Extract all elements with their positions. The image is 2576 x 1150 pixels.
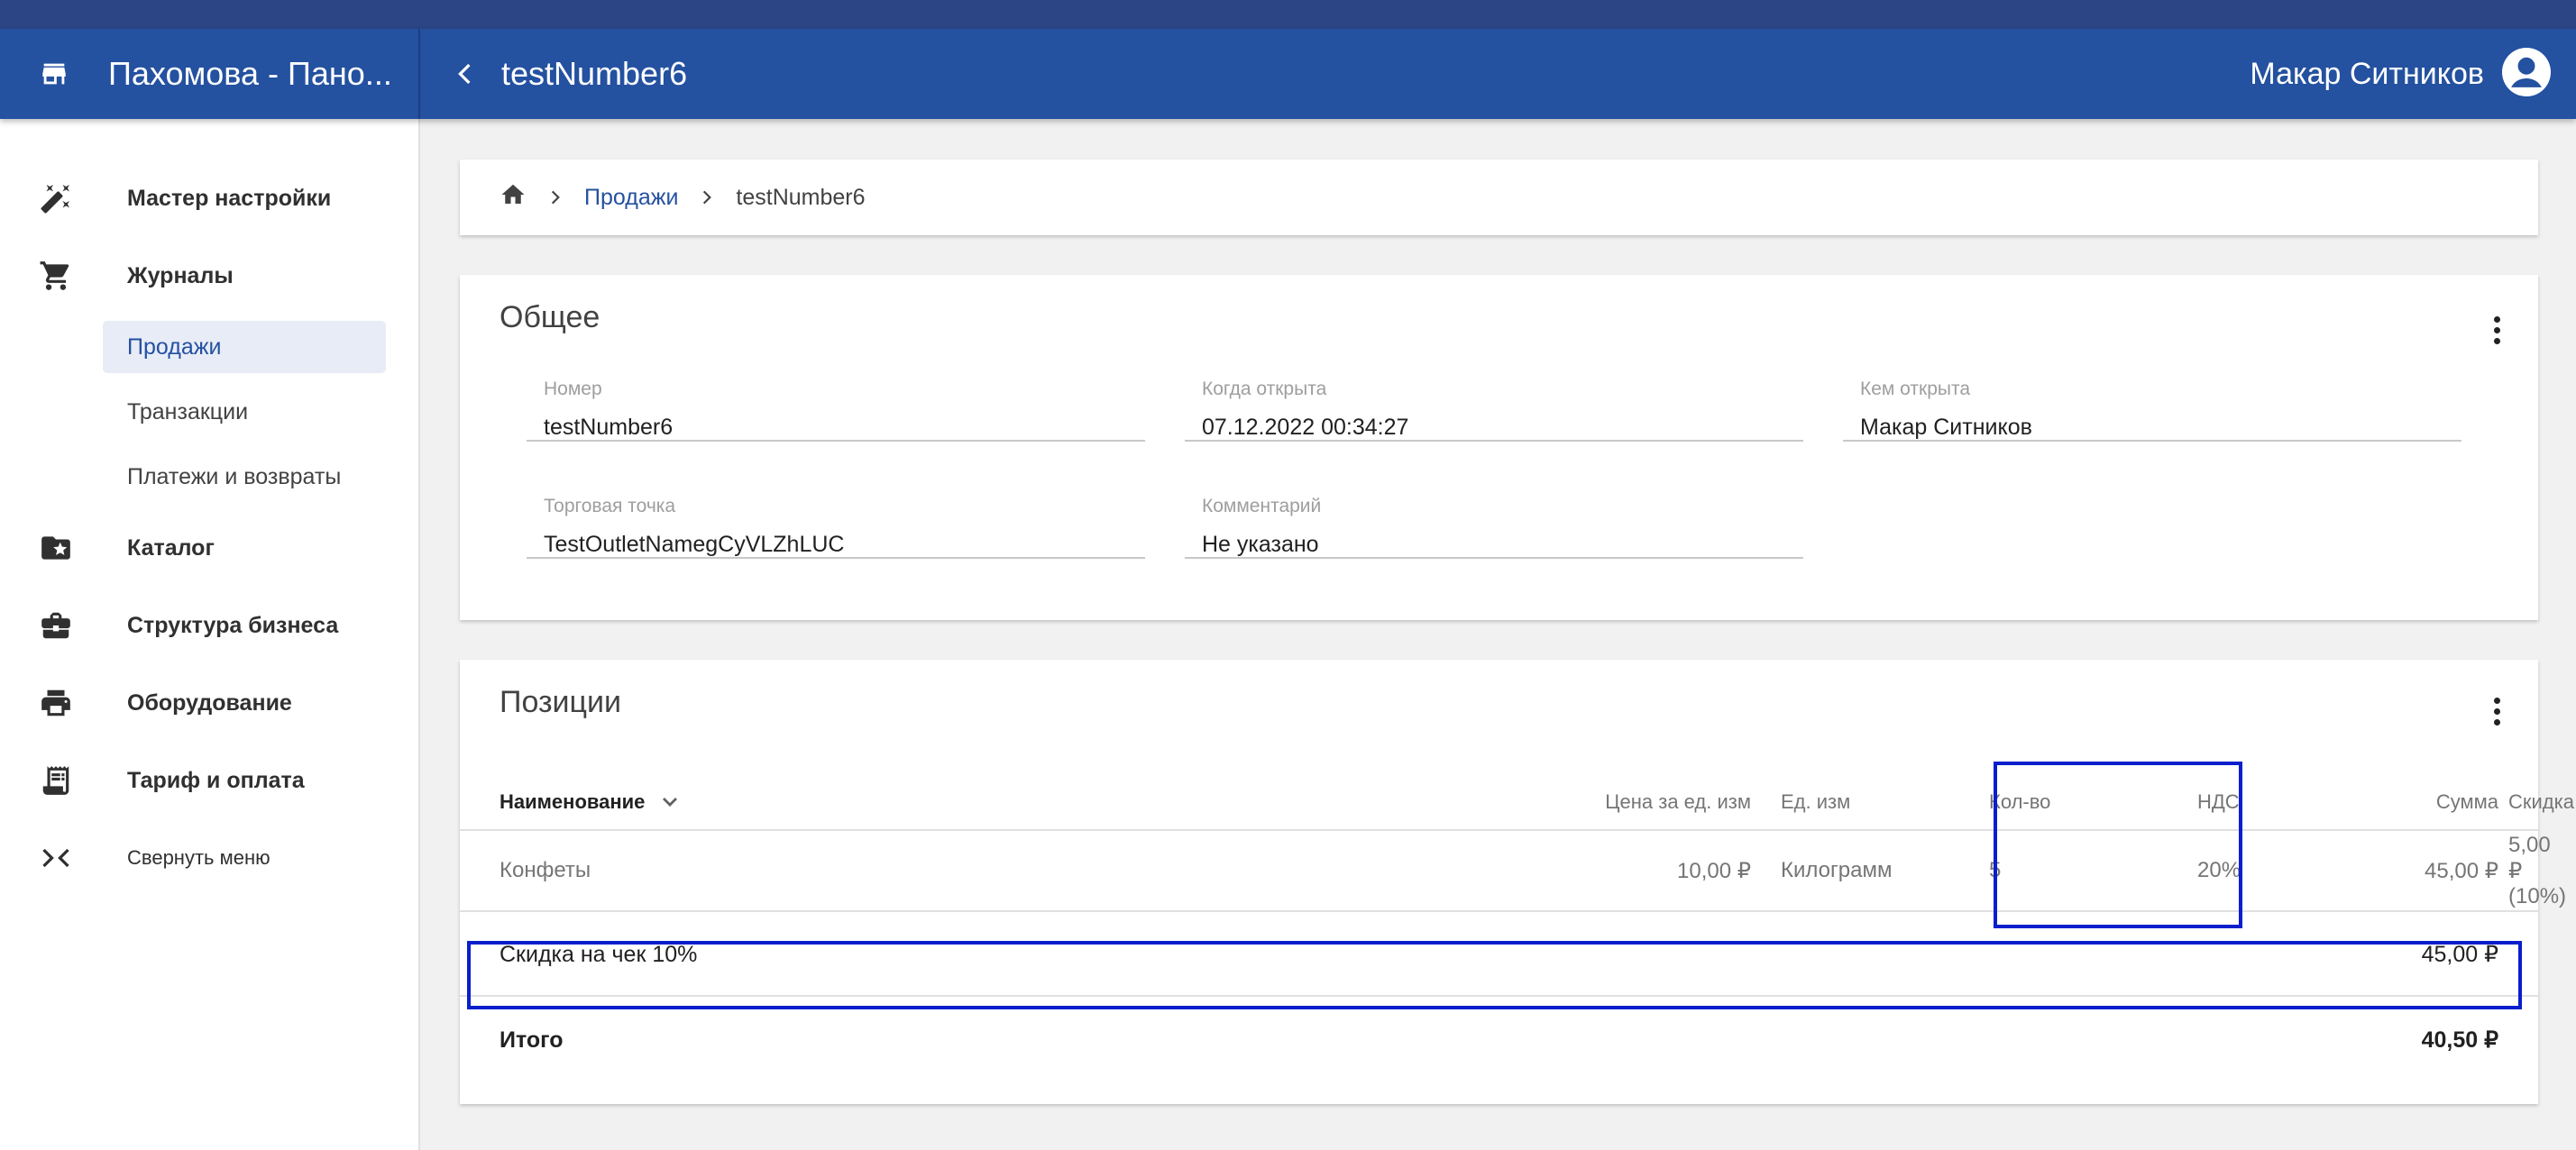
window-top-strip	[0, 0, 2576, 29]
receipt-discount-label: Скидка на чек 10%	[500, 941, 698, 967]
breadcrumb: Продажи testNumber6	[460, 160, 2538, 235]
chevron-right-icon	[698, 185, 716, 210]
field-value: 07.12.2022 00:34:27	[1202, 415, 1409, 440]
app-bar: Пахомова - Пано... testNumber6 Макар Сит…	[0, 29, 2576, 119]
opened-by-field[interactable]: Кем открыта Макар Ситников	[1843, 379, 2461, 442]
field-label: Номер	[544, 379, 602, 399]
column-header-price: Цена за ед. изм	[1605, 790, 1751, 813]
cell-vat: 20%	[2197, 858, 2241, 882]
avatar-icon	[2502, 47, 2551, 101]
receipt-discount-row: Скидка на чек 10% 45,00 ₽	[460, 914, 2538, 997]
number-field[interactable]: Номер testNumber6	[527, 379, 1145, 442]
store-name: Пахомова - Пано...	[108, 55, 392, 92]
cell-discount: 5,00 ₽ (10%)	[2508, 832, 2567, 908]
sidebar-subitem-payments[interactable]: Платежи и возвраты	[0, 444, 418, 509]
cell-price: 10,00 ₽	[1677, 858, 1751, 883]
column-header-name[interactable]: Наименование	[500, 775, 681, 829]
cell-unit: Килограмм	[1781, 858, 1893, 882]
sidebar: Мастер настройки Журналы Продажи Транзак…	[0, 119, 420, 1150]
sidebar-subitem-transactions[interactable]: Транзакции	[0, 379, 418, 444]
sidebar-item-business-structure[interactable]: Структура бизнеса	[0, 587, 418, 664]
table-row[interactable]: Конфеты 10,00 ₽ Килограмм 5 20% 5,00 ₽ (…	[460, 831, 2566, 912]
field-label: Кем открыта	[1860, 379, 1971, 399]
folder-star-icon	[28, 531, 84, 565]
column-header-vat: НДС	[2197, 790, 2240, 813]
sidebar-item-label: Журналы	[127, 262, 234, 288]
store-selector[interactable]: Пахомова - Пано...	[0, 29, 420, 119]
briefcase-icon	[28, 608, 84, 643]
total-value: 40,50 ₽	[2421, 1027, 2498, 1053]
sidebar-item-collapse[interactable]: Свернуть меню	[0, 819, 418, 897]
sidebar-item-equipment[interactable]: Оборудование	[0, 664, 418, 742]
total-row: Итого 40,50 ₽	[460, 999, 2538, 1082]
column-header-qty: Кол-во	[1989, 790, 2051, 813]
sidebar-item-tariff[interactable]: Тариф и оплата	[0, 742, 418, 819]
column-header-sum: Сумма	[2435, 790, 2498, 813]
column-header-unit: Ед. изм	[1781, 790, 1851, 813]
user-name: Макар Ситников	[2250, 56, 2484, 91]
page-header: testNumber6	[420, 29, 2250, 119]
chevron-right-icon	[546, 185, 564, 210]
sidebar-item-label: Тариф и оплата	[127, 767, 305, 793]
receipt-icon	[28, 763, 84, 798]
receipt-discount-value: 45,00 ₽	[2421, 942, 2498, 967]
sidebar-item-catalog[interactable]: Каталог	[0, 509, 418, 587]
sidebar-item-setup-wizard[interactable]: Мастер настройки	[0, 160, 418, 237]
positions-title: Позиции	[500, 685, 622, 719]
field-label: Торговая точка	[544, 496, 676, 516]
page-title: testNumber6	[501, 55, 688, 92]
general-title: Общее	[500, 300, 600, 334]
field-value: testNumber6	[544, 415, 674, 440]
magic-wand-icon	[28, 182, 84, 214]
field-value: TestOutletNamegCyVLZhLUC	[544, 532, 845, 557]
cell-sum: 45,00 ₽	[2425, 858, 2498, 883]
positions-card: Позиции Наименование Цена за ед. изм Ед.…	[460, 660, 2574, 1104]
sidebar-item-label: Структура бизнеса	[127, 612, 339, 638]
general-card: Общее Номер testNumber6 Когда открыта 07…	[460, 275, 2538, 620]
cell-qty: 5	[1989, 858, 2002, 882]
printer-icon	[28, 686, 84, 720]
user-menu[interactable]: Макар Ситников	[2250, 47, 2576, 101]
main-content: Продажи testNumber6 Общее Номер testNumb…	[460, 119, 2574, 1104]
more-vert-icon[interactable]	[2488, 316, 2506, 344]
outlet-field[interactable]: Торговая точка TestOutletNamegCyVLZhLUC	[527, 496, 1145, 559]
comment-field[interactable]: Комментарий Не указано	[1185, 496, 1803, 559]
sidebar-item-journals[interactable]: Журналы	[0, 237, 418, 315]
sidebar-item-label: Мастер настройки	[127, 185, 332, 211]
table-header: Наименование Цена за ед. изм Ед. изм Кол…	[460, 775, 2574, 831]
sidebar-item-label: Свернуть меню	[127, 846, 270, 869]
opened-at-field[interactable]: Когда открыта 07.12.2022 00:34:27	[1185, 379, 1803, 442]
breadcrumb-link-sales[interactable]: Продажи	[584, 185, 678, 211]
field-label: Комментарий	[1202, 496, 1322, 516]
total-label: Итого	[500, 1027, 564, 1053]
sidebar-item-label: Каталог	[127, 534, 215, 561]
cart-icon	[28, 259, 84, 293]
back-icon[interactable]	[429, 58, 501, 90]
chevron-down-icon	[659, 791, 681, 813]
breadcrumb-current: testNumber6	[736, 184, 866, 210]
home-icon[interactable]	[500, 181, 527, 214]
field-label: Когда открыта	[1202, 379, 1327, 399]
column-header-discount: Скидка	[2508, 790, 2574, 813]
collapse-icon	[28, 842, 84, 874]
cell-name: Конфеты	[500, 858, 591, 882]
more-vert-icon[interactable]	[2488, 698, 2506, 726]
store-icon	[0, 59, 108, 89]
field-value: Макар Ситников	[1860, 415, 2032, 440]
sidebar-item-label: Оборудование	[127, 689, 292, 716]
field-value: Не указано	[1202, 532, 1319, 557]
sidebar-subitem-sales[interactable]: Продажи	[103, 321, 386, 373]
column-header-label: Наименование	[500, 790, 646, 813]
